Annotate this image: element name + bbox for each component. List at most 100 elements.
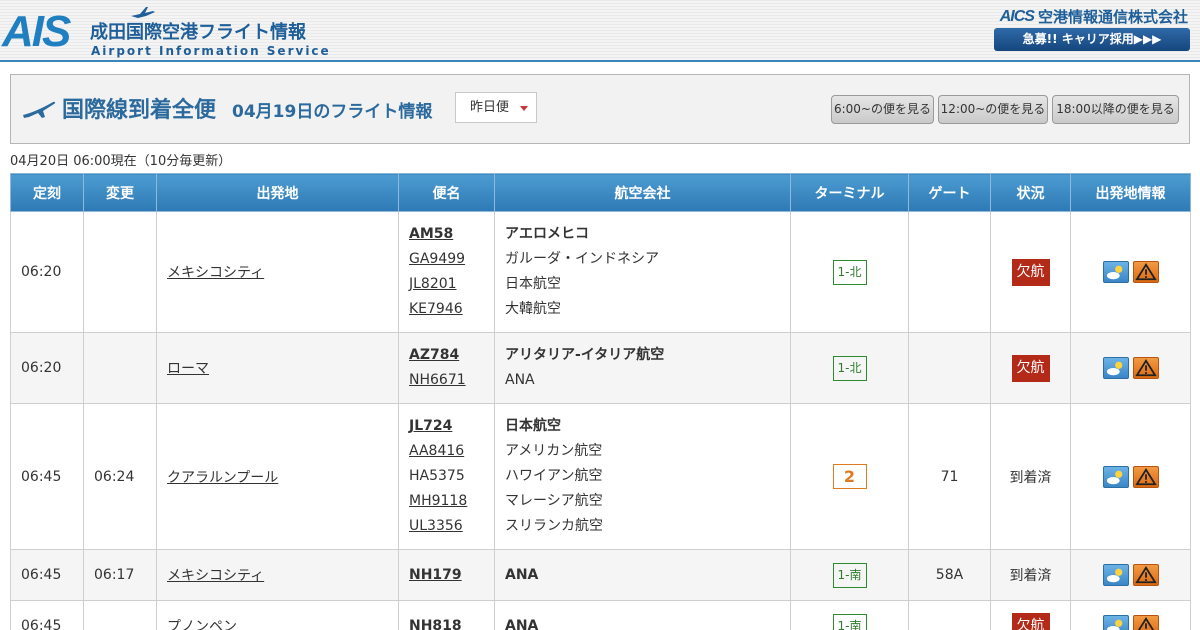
changed-time: 06:24 [83, 403, 157, 550]
origin-link[interactable]: メキシコシティ [167, 568, 264, 584]
header-terminal: ターミナル [790, 173, 909, 212]
flight-code: HA5375 [409, 468, 465, 484]
logo-title-en: Airport Information Service [91, 44, 331, 58]
time-filter-0600-button[interactable]: 6:00~の便を見る [831, 95, 934, 124]
terminal-badge[interactable]: 1-北 [832, 355, 867, 381]
alert-icon[interactable] [1132, 465, 1159, 488]
header-origin-info: 出発地情報 [1070, 173, 1191, 212]
airline-name: ガルーダ・インドネシア [505, 251, 659, 267]
alert-icon[interactable] [1132, 357, 1159, 379]
terminal-badge[interactable]: 1-南 [832, 562, 867, 588]
site-header: AIS 成田国際空港フライト情報 Airport Information Ser… [0, 0, 1200, 62]
weather-icon[interactable] [1102, 564, 1129, 586]
career-recruit-button[interactable]: 急募!! キャリア採用▶▶▶ [994, 28, 1190, 51]
table-row: 06:20 ローマ AZ784 NH6671 アリタリア-イタリア航空 ANA … [10, 332, 1191, 404]
status-badge: 欠航 [1011, 354, 1050, 382]
alert-icon[interactable] [1132, 261, 1159, 283]
origin-link[interactable]: クアラルンプール [167, 470, 278, 486]
changed-time: 06:17 [83, 549, 157, 601]
changed-time [83, 600, 157, 630]
flight-link[interactable]: AZ784 [409, 343, 484, 368]
changed-time [83, 332, 157, 404]
airline-name: アリタリア-イタリア航空 [505, 347, 665, 363]
weather-icon[interactable] [1102, 357, 1129, 379]
gate-number [908, 600, 991, 630]
terminal-badge[interactable]: 1-北 [832, 259, 867, 285]
scheduled-time: 06:45 [10, 600, 84, 630]
logo-title-jp: 成田国際空港フライト情報 [90, 22, 306, 43]
airline-name: ANA [505, 372, 535, 388]
alert-icon[interactable] [1132, 564, 1159, 586]
table-header-row: 定刻 変更 出発地 便名 航空会社 ターミナル ゲート 状況 出発地情報 [10, 173, 1191, 212]
company-name: 空港情報通信株式会社 [1037, 8, 1188, 26]
gate-number: 71 [908, 403, 991, 550]
chevron-down-icon [520, 106, 528, 111]
page-subtitle: 04月19日のフライト情報 [232, 102, 433, 122]
airline-name: ANA [505, 617, 539, 630]
flight-link[interactable]: NH179 [409, 563, 484, 588]
update-timestamp: 04月20日 06:00現在（10分毎更新） [10, 154, 232, 169]
status-badge: 欠航 [1011, 258, 1050, 286]
time-filter-1200-button[interactable]: 12:00~の便を見る [938, 95, 1048, 124]
logo-plane-icon [131, 7, 155, 18]
arrival-plane-icon [23, 101, 56, 118]
table-row: 06:20 メキシコシティ AM58 GA9499 JL8201 KE7946 … [10, 211, 1191, 333]
scheduled-time: 06:45 [10, 549, 84, 601]
weather-icon[interactable] [1102, 465, 1129, 488]
day-select-value: 昨日便 [470, 100, 510, 115]
page-title: 国際線到着全便 [62, 98, 217, 123]
logo-mark: AIS [2, 7, 71, 56]
weather-icon[interactable] [1102, 615, 1129, 630]
flight-link[interactable]: AM58 [409, 222, 484, 247]
header-flight: 便名 [398, 173, 495, 212]
origin-link[interactable]: ローマ [167, 361, 209, 377]
flight-link[interactable]: NH818 [409, 614, 484, 630]
flight-link[interactable]: JL8201 [409, 272, 484, 297]
site-logo[interactable]: AIS 成田国際空港フライト情報 Airport Information Ser… [2, 4, 329, 58]
header-scheduled: 定刻 [10, 173, 84, 212]
header-changed: 変更 [83, 173, 157, 212]
origin-link[interactable]: メキシコシティ [167, 265, 264, 281]
flight-link[interactable]: AA8416 [409, 439, 484, 464]
airline-name: 日本航空 [505, 418, 561, 434]
flight-link[interactable]: GA9499 [409, 247, 484, 272]
airline-name: 大韓航空 [505, 301, 561, 317]
status-text: 到着済 [990, 549, 1071, 601]
status-text: 到着済 [990, 403, 1071, 550]
company-mark: AICS [999, 7, 1035, 25]
title-panel: 国際線到着全便 04月19日のフライト情報 昨日便 6:00~の便を見る 12:… [10, 74, 1190, 144]
status-badge: 欠航 [1011, 612, 1050, 630]
scheduled-time: 06:45 [10, 403, 84, 550]
airline-name: アエロメヒコ [505, 226, 589, 242]
time-filter-1800-button[interactable]: 18:00以降の便を見る [1052, 95, 1179, 124]
weather-icon[interactable] [1102, 261, 1129, 283]
day-select[interactable]: 昨日便 [455, 92, 537, 123]
gate-number: 58A [908, 549, 991, 601]
origin-link[interactable]: プノンペン [167, 619, 237, 630]
airline-name: アメリカン航空 [505, 443, 603, 459]
header-gate: ゲート [908, 173, 991, 212]
airline-name: 日本航空 [505, 276, 561, 292]
flight-table: 定刻 変更 出発地 便名 航空会社 ターミナル ゲート 状況 出発地情報 06:… [10, 173, 1191, 630]
airline-name: ハワイアン航空 [505, 468, 603, 484]
company-logo[interactable]: AICS 空港情報通信株式会社 [1000, 6, 1188, 27]
gate-number [908, 332, 991, 404]
scheduled-time: 06:20 [10, 332, 84, 404]
table-row: 06:45 プノンペン NH818 ANA 1-南 欠航 [10, 600, 1191, 630]
alert-icon[interactable] [1132, 615, 1159, 630]
terminal-badge[interactable]: 1-南 [832, 613, 867, 630]
header-airline: 航空会社 [494, 173, 791, 212]
gate-number [908, 211, 991, 333]
airline-name: スリランカ航空 [505, 518, 603, 534]
airline-name: ANA [505, 566, 539, 583]
flight-link[interactable]: UL3356 [409, 514, 484, 539]
airline-name: マレーシア航空 [505, 493, 603, 509]
flight-link[interactable]: KE7946 [409, 297, 484, 322]
flight-link[interactable]: MH9118 [409, 489, 484, 514]
table-row: 06:45 06:17 メキシコシティ NH179 ANA 1-南 58A 到着… [10, 549, 1191, 601]
flight-link[interactable]: NH6671 [409, 368, 484, 393]
flight-link[interactable]: JL724 [409, 414, 484, 439]
changed-time [83, 211, 157, 333]
table-row: 06:45 06:24 クアラルンプール JL724 AA8416 HA5375… [10, 403, 1191, 550]
terminal-badge[interactable]: 2 [832, 464, 867, 489]
